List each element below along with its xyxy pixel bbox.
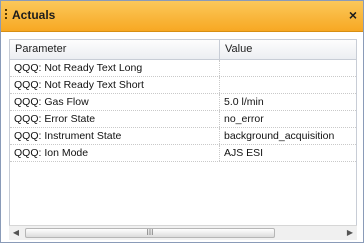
scroll-left-icon[interactable]: ◀ <box>9 226 23 240</box>
table-row[interactable]: QQQ: Error State no_error <box>10 111 356 128</box>
actuals-panel: Actuals × Parameter Value QQQ: Not Ready… <box>0 0 364 243</box>
table-row[interactable]: QQQ: Not Ready Text Long <box>10 60 356 77</box>
scroll-right-icon[interactable]: ▶ <box>343 226 357 240</box>
panel-title: Actuals <box>12 8 56 22</box>
parameter-cell: QQQ: Ion Mode <box>10 145 220 161</box>
table-row[interactable]: QQQ: Not Ready Text Short <box>10 77 356 94</box>
value-cell <box>220 60 356 76</box>
drag-grip-icon[interactable] <box>5 9 7 23</box>
value-cell: background_acquisition <box>224 130 335 142</box>
value-cell <box>220 77 356 93</box>
parameter-cell: QQQ: Gas Flow <box>10 94 220 110</box>
grid-header: Parameter Value <box>10 40 356 60</box>
column-header-parameter[interactable]: Parameter <box>10 40 220 59</box>
parameter-cell: QQQ: Not Ready Text Long <box>10 60 220 76</box>
horizontal-scrollbar[interactable]: ◀ III ▶ <box>9 225 357 240</box>
parameter-cell: QQQ: Not Ready Text Short <box>10 77 220 93</box>
value-cell: AJS ESI <box>224 147 264 159</box>
grid-rows: QQQ: Not Ready Text Long QQQ: Not Ready … <box>10 60 356 162</box>
panel-titlebar[interactable]: Actuals × <box>1 1 363 32</box>
scrollbar-thumb[interactable]: III <box>25 228 275 238</box>
column-header-value[interactable]: Value <box>220 40 356 59</box>
table-row[interactable]: QQQ: Instrument State background_acquisi… <box>10 128 356 145</box>
value-cell: 5.0 l/min <box>224 96 264 108</box>
actuals-grid: Parameter Value QQQ: Not Ready Text Long… <box>9 39 357 226</box>
parameter-cell: QQQ: Instrument State <box>10 128 220 144</box>
table-row[interactable]: QQQ: Ion Mode AJS ESI <box>10 145 356 162</box>
parameter-cell: QQQ: Error State <box>10 111 220 127</box>
value-cell: no_error <box>224 113 264 125</box>
close-icon[interactable]: × <box>349 7 357 23</box>
table-row[interactable]: QQQ: Gas Flow 5.0 l/min <box>10 94 356 111</box>
